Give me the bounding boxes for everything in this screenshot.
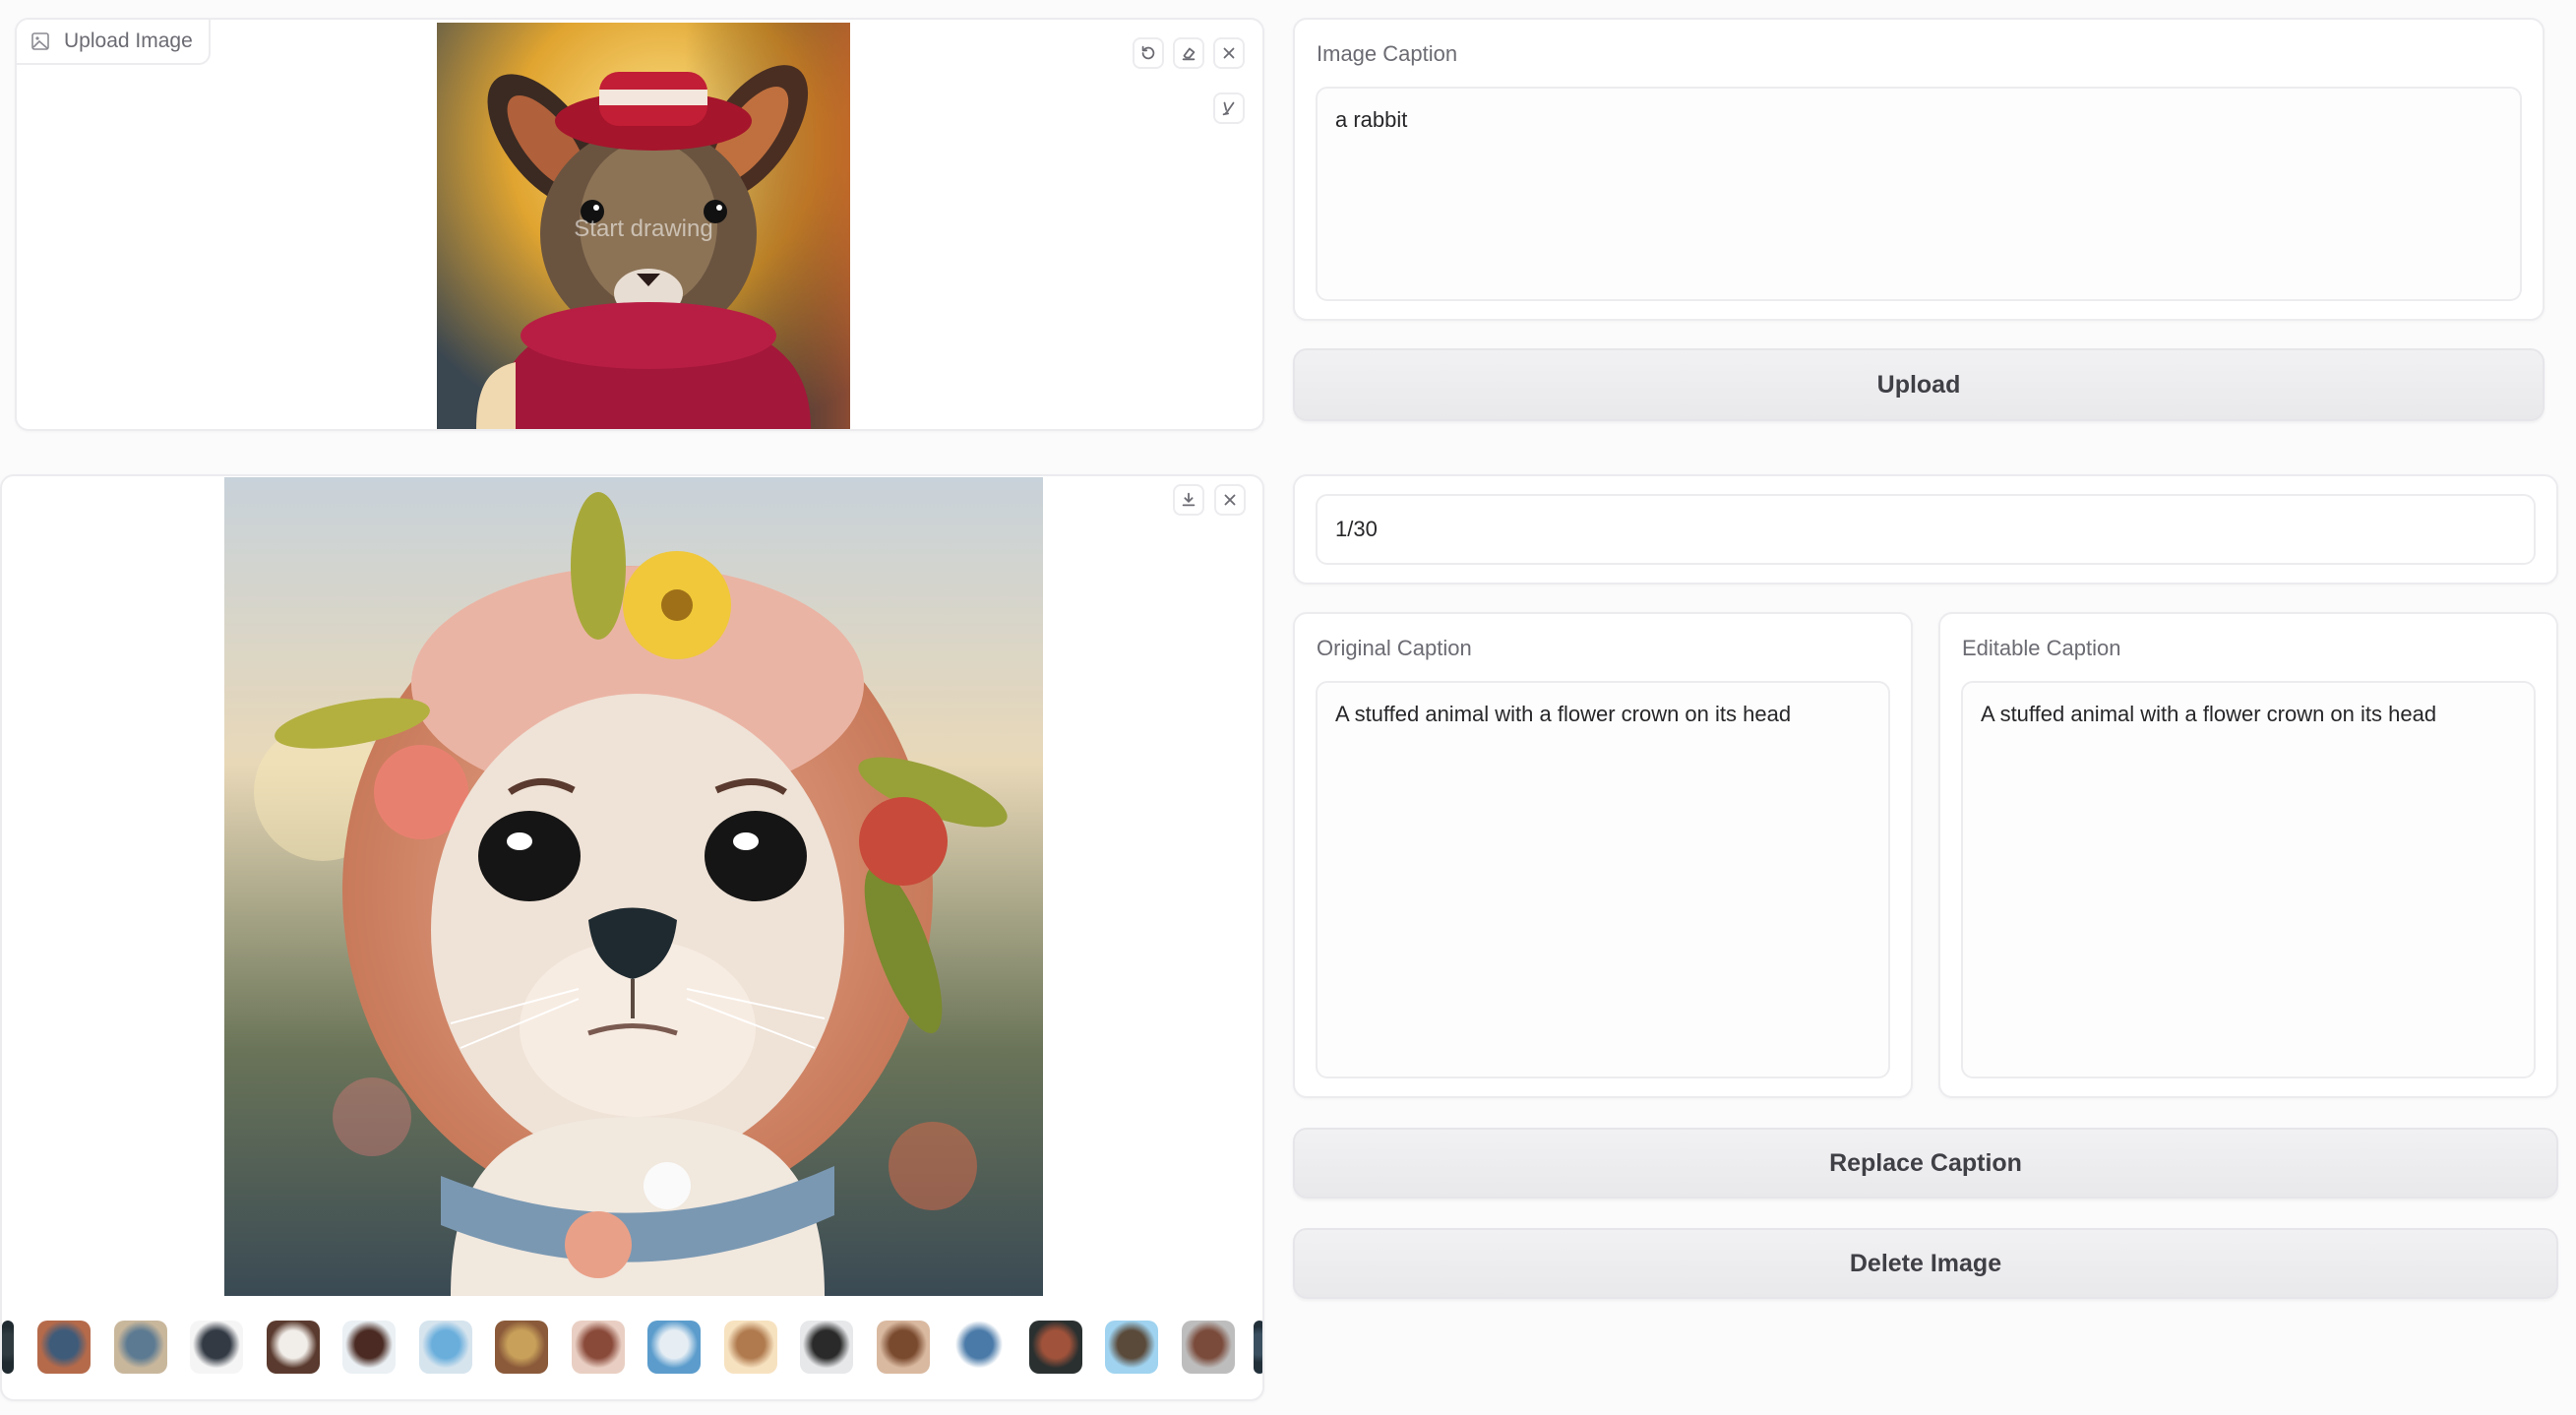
thumbnail-dark-hair-kid[interactable] bbox=[342, 1321, 396, 1374]
thumbnail-curly-doll[interactable] bbox=[876, 1321, 930, 1374]
close-icon bbox=[1223, 47, 1235, 59]
editable-caption-input[interactable]: A stuffed animal with a flower crown on … bbox=[1961, 681, 2536, 1078]
editable-caption-block: Editable Caption A stuffed animal with a… bbox=[1938, 612, 2558, 1098]
upload-image-panel: Upload Image Start drawing bbox=[15, 18, 1264, 431]
replace-caption-button[interactable]: Replace Caption bbox=[1293, 1128, 2558, 1199]
brush-icon bbox=[1222, 101, 1235, 116]
sketch-canvas[interactable]: Start drawing bbox=[437, 23, 850, 429]
image-caption-label: Image Caption bbox=[1317, 41, 1458, 66]
thumbnail-girl-room[interactable] bbox=[37, 1321, 91, 1374]
close-gallery-button[interactable] bbox=[1214, 484, 1246, 516]
thumbnail-santa-creature[interactable] bbox=[266, 1321, 320, 1374]
download-button[interactable] bbox=[1173, 484, 1204, 516]
brush-button[interactable] bbox=[1213, 92, 1245, 124]
eraser-button[interactable] bbox=[1173, 37, 1204, 69]
undo-icon bbox=[1141, 45, 1155, 60]
original-caption-block: Original Caption A stuffed animal with a… bbox=[1293, 612, 1913, 1098]
thumbnail-hooded-girl[interactable] bbox=[495, 1321, 548, 1374]
thumbnail-knit-doll[interactable] bbox=[1181, 1321, 1235, 1374]
selected-image bbox=[224, 477, 1043, 1296]
thumbnail-partial-right[interactable] bbox=[1254, 1321, 1262, 1374]
thumbnail-pink-cat[interactable] bbox=[571, 1321, 625, 1374]
delete-image-button[interactable]: Delete Image bbox=[1293, 1228, 2558, 1299]
thumbnail-cartoon-wizard[interactable] bbox=[190, 1321, 243, 1374]
thumbnail-strip[interactable] bbox=[2, 1321, 1262, 1376]
image-icon bbox=[31, 32, 49, 50]
upload-image-label: Upload Image bbox=[17, 20, 211, 65]
image-counter-block: 1/30 bbox=[1293, 474, 2558, 584]
editable-caption-label: Editable Caption bbox=[1962, 636, 2121, 660]
thumbnail-blue-bird[interactable] bbox=[952, 1321, 1006, 1374]
download-icon bbox=[1182, 492, 1196, 507]
thumbnail-partial-left[interactable] bbox=[2, 1321, 14, 1374]
thumbnail-cowboy[interactable] bbox=[800, 1321, 853, 1374]
lion-image bbox=[224, 477, 1043, 1296]
thumbnail-blue-device[interactable] bbox=[418, 1321, 472, 1374]
start-drawing-hint: Start drawing bbox=[574, 215, 713, 242]
upload-image-label-text: Upload Image bbox=[64, 30, 193, 52]
thumbnail-french-press[interactable] bbox=[1105, 1321, 1158, 1374]
upload-button[interactable]: Upload bbox=[1293, 348, 2545, 421]
close-icon bbox=[1224, 494, 1236, 506]
image-counter-field[interactable]: 1/30 bbox=[1316, 494, 2536, 565]
clear-button[interactable] bbox=[1213, 37, 1245, 69]
original-caption-label: Original Caption bbox=[1317, 636, 1472, 660]
eraser-icon bbox=[1182, 47, 1196, 61]
undo-button[interactable] bbox=[1133, 37, 1164, 69]
image-caption-block: Image Caption a rabbit bbox=[1293, 18, 2545, 321]
image-caption-input[interactable]: a rabbit bbox=[1316, 87, 2522, 301]
gallery-panel bbox=[0, 474, 1264, 1401]
original-caption-field[interactable]: A stuffed animal with a flower crown on … bbox=[1316, 681, 1890, 1078]
thumbnail-dark-creature[interactable] bbox=[1028, 1321, 1082, 1374]
thumbnail-blonde-girl[interactable] bbox=[113, 1321, 167, 1374]
thumbnail-coffee-maker[interactable] bbox=[647, 1321, 701, 1374]
thumbnail-hamster[interactable] bbox=[723, 1321, 777, 1374]
